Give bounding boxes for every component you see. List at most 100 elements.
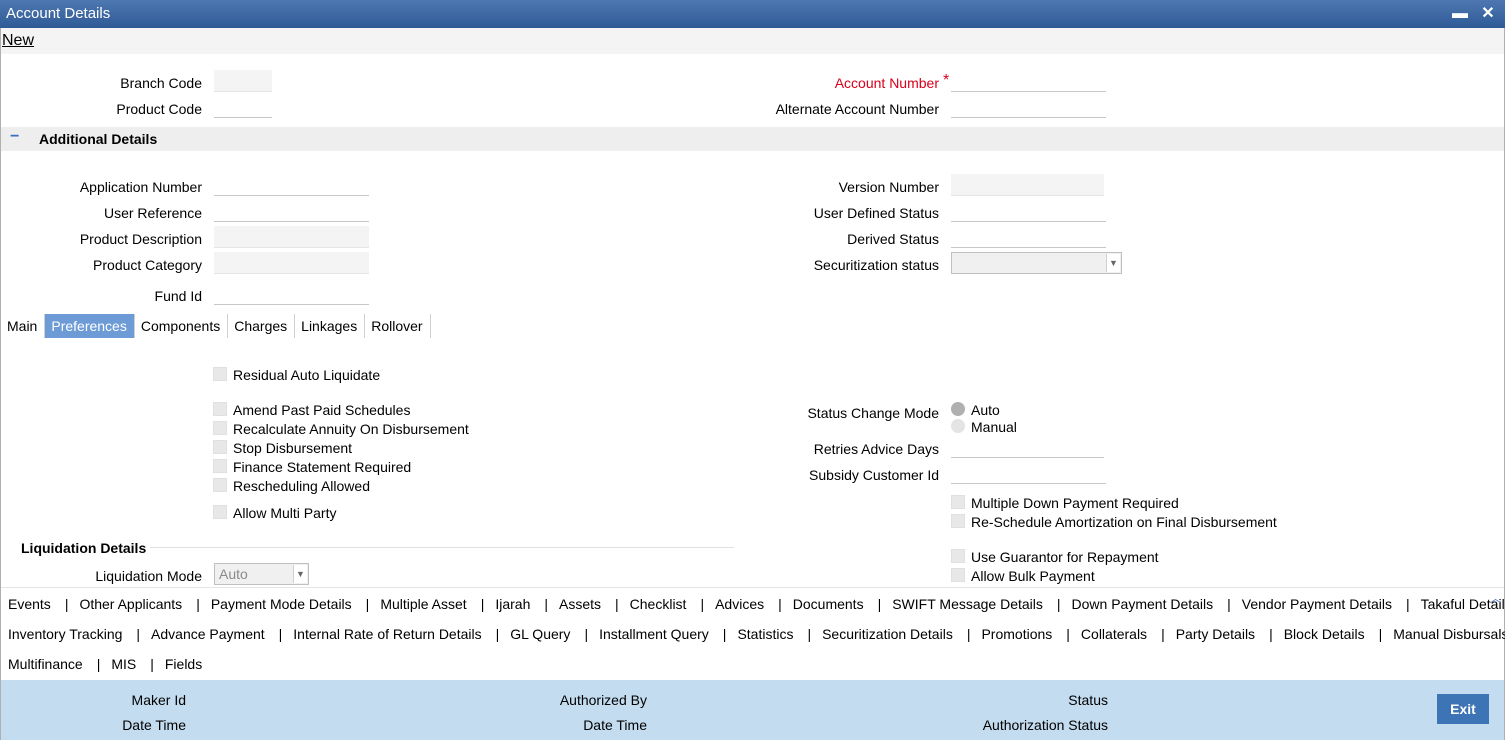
allow-multi-party-checkbox[interactable] <box>213 505 227 519</box>
links-row-1: Events | Other Applicants | Payment Mode Det… <box>8 596 1505 612</box>
amend-past-paid-schedules-checkbox[interactable] <box>213 402 227 416</box>
tab-rollover[interactable]: Rollover <box>365 314 431 338</box>
link-internal-rate-of-return-details[interactable]: Internal Rate of Return Details <box>293 626 481 642</box>
account-number-label: Account Number <box>834 75 939 91</box>
link-inventory-tracking[interactable]: Inventory Tracking <box>8 626 122 642</box>
new-link[interactable]: New <box>2 32 34 50</box>
tab-linkages[interactable]: Linkages <box>295 314 366 338</box>
link-securitization-details[interactable]: Securitization Details <box>822 626 953 642</box>
tab-bar: Main Preferences Components Charges Link… <box>1 314 431 338</box>
tab-main[interactable]: Main <box>1 314 46 338</box>
link-promotions[interactable]: Promotions <box>981 626 1052 642</box>
link-documents[interactable]: Documents <box>793 596 864 612</box>
link-block-details[interactable]: Block Details <box>1284 626 1365 642</box>
link-swift-message-details[interactable]: SWIFT Message Details <box>892 596 1043 612</box>
product-code-field[interactable] <box>214 96 272 118</box>
link-assets[interactable]: Assets <box>559 596 601 612</box>
link-statistics[interactable]: Statistics <box>737 626 793 642</box>
finance-statement-required-checkbox[interactable] <box>213 459 227 473</box>
amend-past-paid-schedules-label: Amend Past Paid Schedules <box>233 402 411 418</box>
minimize-icon[interactable]: ▬ <box>1450 4 1470 24</box>
product-description-label: Product Description <box>79 231 202 247</box>
additional-details-header[interactable]: − Additional Details <box>1 127 1504 151</box>
link-multifinance[interactable]: Multifinance <box>8 656 83 672</box>
link-down-payment-details[interactable]: Down Payment Details <box>1072 596 1214 612</box>
mode-manual-label: Manual <box>971 419 1017 435</box>
rescheduling-allowed-checkbox[interactable] <box>213 478 227 492</box>
allow-bulk-payment-checkbox[interactable] <box>951 568 965 582</box>
subsidy-customer-id-label: Subsidy Customer Id <box>809 467 939 483</box>
tab-preferences[interactable]: Preferences <box>45 314 135 338</box>
recalculate-annuity-checkbox[interactable] <box>213 421 227 435</box>
subsidy-customer-id-field[interactable] <box>951 462 1106 484</box>
multiple-down-payment-checkbox[interactable] <box>951 495 965 509</box>
application-number-field[interactable] <box>214 174 369 196</box>
link-installment-query[interactable]: Installment Query <box>599 626 709 642</box>
link-multiple-asset[interactable]: Multiple Asset <box>380 596 466 612</box>
required-mark: * <box>943 72 950 89</box>
collapse-icon[interactable]: − <box>10 128 19 146</box>
menu-bar: New <box>0 28 1505 54</box>
link-ijarah[interactable]: Ijarah <box>495 596 530 612</box>
link-separator: | <box>877 596 882 612</box>
link-separator: | <box>495 626 500 642</box>
fund-id-field[interactable] <box>214 283 369 305</box>
link-events[interactable]: Events <box>8 596 51 612</box>
recalculate-annuity-label: Recalculate Annuity On Disbursement <box>233 421 469 437</box>
exit-button[interactable]: Exit <box>1437 694 1489 724</box>
use-guarantor-checkbox[interactable] <box>951 549 965 563</box>
reschedule-amortization-checkbox[interactable] <box>951 514 965 528</box>
link-separator: | <box>1161 626 1165 642</box>
branch-code-label: Branch Code <box>120 75 202 91</box>
link-advices[interactable]: Advices <box>715 596 764 612</box>
tab-components[interactable]: Components <box>135 314 229 338</box>
user-reference-field[interactable] <box>214 200 369 222</box>
link-vendor-payment-details[interactable]: Vendor Payment Details <box>1242 596 1392 612</box>
link-advance-payment[interactable]: Advance Payment <box>151 626 265 642</box>
section-divider <box>150 547 734 548</box>
link-payment-mode-details[interactable]: Payment Mode Details <box>211 596 352 612</box>
close-icon[interactable]: ✕ <box>1478 4 1498 24</box>
authorization-status-label: Authorization Status <box>982 717 1108 733</box>
rescheduling-allowed-label: Rescheduling Allowed <box>233 478 370 494</box>
link-mis[interactable]: MIS <box>111 656 136 672</box>
link-separator: | <box>700 596 705 612</box>
link-separator: | <box>64 596 69 612</box>
scroll-up-icon[interactable]: ︿ <box>1490 590 1501 606</box>
securitization-status-label: Securitization status <box>813 257 939 273</box>
link-separator: | <box>722 626 727 642</box>
alternate-account-number-field[interactable] <box>951 96 1106 118</box>
account-number-field[interactable] <box>951 70 1106 92</box>
version-number-label: Version Number <box>838 179 939 195</box>
retries-advice-days-field[interactable] <box>951 436 1104 458</box>
mode-auto-radio[interactable] <box>951 402 965 416</box>
link-separator: | <box>544 596 548 612</box>
tab-charges[interactable]: Charges <box>228 314 296 338</box>
liquidation-details-title: Liquidation Details <box>21 540 147 556</box>
subsystem-links: Events | Other Applicants | Payment Mode Det… <box>1 587 1505 679</box>
stop-disbursement-checkbox[interactable] <box>213 440 227 454</box>
link-manual-disbursals[interactable]: Manual Disbursals <box>1393 626 1505 642</box>
mode-manual-radio[interactable] <box>951 419 965 433</box>
alternate-account-number-label: Alternate Account Number <box>775 101 939 117</box>
link-fields[interactable]: Fields <box>165 656 202 672</box>
link-other-applicants[interactable]: Other Applicants <box>79 596 182 612</box>
link-checklist[interactable]: Checklist <box>630 596 687 612</box>
liquidation-mode-value: Auto <box>219 566 248 582</box>
link-party-details[interactable]: Party Details <box>1176 626 1255 642</box>
chevron-down-icon: ▼ <box>1106 254 1120 272</box>
residual-auto-liquidate-checkbox[interactable] <box>213 367 227 381</box>
chevron-down-icon: ▼ <box>293 565 307 583</box>
derived-status-field[interactable] <box>951 226 1106 248</box>
liquidation-mode-select[interactable]: Auto ▼ <box>214 563 309 585</box>
user-defined-status-field[interactable] <box>951 200 1106 222</box>
link-collaterals[interactable]: Collaterals <box>1081 626 1147 642</box>
link-gl-query[interactable]: GL Query <box>510 626 570 642</box>
maker-date-time-label: Date Time <box>122 717 186 733</box>
link-separator: | <box>196 596 200 612</box>
securitization-status-select[interactable]: ▼ <box>951 252 1122 274</box>
branch-code-field[interactable] <box>214 70 272 92</box>
maker-id-label: Maker Id <box>131 692 186 708</box>
user-defined-status-label: User Defined Status <box>813 205 939 221</box>
link-separator: | <box>1056 596 1061 612</box>
